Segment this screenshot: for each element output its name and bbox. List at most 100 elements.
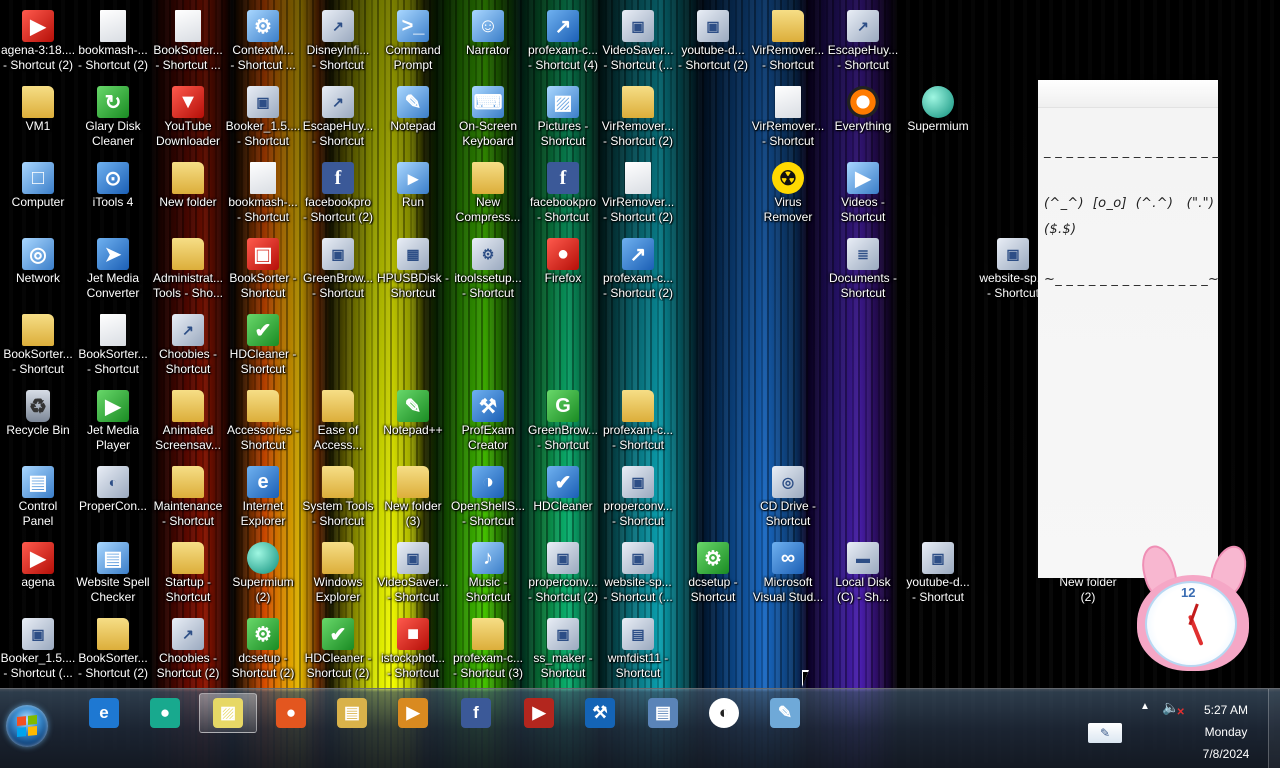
clock-gadget[interactable]: 12 [1133,541,1253,673]
desktop-icon[interactable]: BookSorter... - Shortcut [75,308,151,380]
sticky-note[interactable]: _ _ _ _ _ _ _ _ _ _ _ _ _ _ _ _ (^_^) [o… [1038,80,1219,578]
desktop-icon[interactable]: ▣ website-sp... - Shortcut (... [600,536,676,608]
desktop-icon[interactable]: ▣ BookSorter - Shortcut [225,232,301,304]
taskbar-button-properconvert[interactable]: ◐ [695,693,753,733]
desktop-icon[interactable]: ▼ YouTube Downloader [150,80,226,152]
desktop-icon[interactable]: ↗ EscapeHuy... - Shortcut [300,80,376,152]
desktop-icon[interactable]: bookmash-... - Shortcut [225,156,301,228]
desktop-icon[interactable]: BookSorter... - Shortcut ... [150,4,226,76]
show-hidden-icons-icon[interactable]: ▲ [1140,701,1150,712]
desktop-icon[interactable]: ↗ Choobies - Shortcut (2) [150,612,226,684]
taskbar-button-media-player[interactable]: ▶ [384,693,442,733]
desktop-icon[interactable]: ➤ Jet Media Converter [75,232,151,304]
desktop-icon[interactable]: ▣ GreenBrow... - Shortcut [300,232,376,304]
desktop-icon[interactable]: BookSorter... - Shortcut (2) [75,612,151,684]
start-button[interactable] [6,705,48,747]
desktop-icon[interactable]: Startup - Shortcut [150,536,226,608]
desktop-icon[interactable]: ▣ Booker_1.5.... - Shortcut [225,80,301,152]
desktop-icon[interactable]: VirRemover... - Shortcut (2) [600,80,676,152]
desktop-icon[interactable]: bookmash-... - Shortcut (2) [75,4,151,76]
desktop-icon[interactable]: Ease of Access... [300,384,376,456]
desktop-icon[interactable]: Windows Explorer [300,536,376,608]
desktop-icon[interactable]: ▶ Videos - Shortcut [825,156,901,228]
desktop-icon[interactable]: ▤ Website Spell Checker [75,536,151,608]
desktop-icon[interactable]: ⚙ dcsetup - Shortcut [675,536,751,608]
desktop-icon[interactable]: ◎ CD Drive - Shortcut [750,460,826,532]
desktop-icon[interactable]: ▣ properconv... - Shortcut [600,460,676,532]
desktop-icon[interactable]: ● Firefox [525,232,601,304]
desktop-icon[interactable]: Supermium (2) [225,536,301,608]
desktop-icon[interactable]: System Tools - Shortcut [300,460,376,532]
desktop-icon[interactable]: ≣ Documents - Shortcut [825,232,901,304]
desktop-icon[interactable]: ☺ Narrator [450,4,526,76]
taskbar-button-profexam-creator[interactable]: ⚒ [571,693,629,733]
desktop-icon[interactable]: ♻ Recycle Bin [0,384,76,456]
desktop-icon[interactable]: ↗ EscapeHuy... - Shortcut [825,4,901,76]
desktop-icon[interactable]: Administrat... Tools - Sho... [150,232,226,304]
desktop-icon[interactable]: VirRemover... - Shortcut [750,4,826,76]
taskbar-button-website-spell-checker[interactable]: ▤ [634,693,692,733]
desktop-icon[interactable]: f facebookpro - Shortcut [525,156,601,228]
desktop-icon[interactable]: Maintenance - Shortcut [150,460,226,532]
desktop-icon[interactable]: ✔ HDCleaner [525,460,601,532]
taskbar-button-supermium[interactable]: ● [136,693,194,733]
desktop-icon[interactable]: ▣ properconv... - Shortcut (2) [525,536,601,608]
desktop-icon[interactable]: ↗ DisneyInfi... - Shortcut [300,4,376,76]
desktop-icon[interactable]: ☢ Virus Remover [750,156,826,228]
desktop-icon[interactable]: ▸ Run [375,156,451,228]
show-desktop-button[interactable] [1268,689,1280,768]
desktop-icon[interactable]: □ Computer [0,156,76,228]
desktop-icon[interactable]: VM1 [0,80,76,152]
desktop-icon[interactable]: ◑ OpenShellS... - Shortcut [450,460,526,532]
desktop-icon[interactable]: ▶ agena [0,536,76,608]
pen-input-icon[interactable]: ✎ [1088,723,1122,743]
sticky-note-titlebar[interactable] [1038,80,1218,108]
desktop-icon[interactable]: ⚙ itoolssetup... - Shortcut [450,232,526,304]
desktop-icon[interactable]: ✎ Notepad [375,80,451,152]
desktop-icon[interactable]: ▨ Pictures - Shortcut [525,80,601,152]
taskbar-button-facebookpro[interactable]: f [447,693,505,733]
taskbar-button-agena[interactable]: ▶ [510,693,568,733]
desktop-icon[interactable]: New Compress... [450,156,526,228]
desktop-icon[interactable]: ▣ Booker_1.5.... - Shortcut (... [0,612,76,684]
taskbar-clock[interactable]: 5:27 AM Monday 7/8/2024 [1180,699,1272,765]
taskbar-button-firefox[interactable]: ● [262,693,320,733]
taskbar-button-sticky-notes[interactable]: ▨ [199,693,257,733]
taskbar-button-notepad[interactable]: ✎ [756,693,814,733]
desktop-icon[interactable]: ✔ HDCleaner - Shortcut (2) [300,612,376,684]
desktop-icon[interactable]: ▤ wmfdist11 - Shortcut [600,612,676,684]
desktop-icon[interactable]: ✔ HDCleaner - Shortcut [225,308,301,380]
desktop-icon[interactable]: ▤ Control Panel [0,460,76,532]
desktop-icon[interactable]: Everything [825,80,901,152]
desktop-icon[interactable]: ✎ Notepad++ [375,384,451,456]
taskbar-button-internet-explorer[interactable]: e [75,693,133,733]
desktop-icon[interactable]: ⚙ ContextM... - Shortcut ... [225,4,301,76]
desktop-icon[interactable]: New folder (3) [375,460,451,532]
desktop-icon[interactable]: ■ istockphot... - Shortcut [375,612,451,684]
desktop-icon[interactable]: f facebookpro - Shortcut (2) [300,156,376,228]
desktop-icon[interactable]: ▬ Local Disk (C) - Sh... [825,536,901,608]
desktop-icon[interactable]: BookSorter... - Shortcut [0,308,76,380]
desktop-icon[interactable]: ↻ Glary Disk Cleaner [75,80,151,152]
desktop-icon[interactable]: ▦ HPUSBDisk - Shortcut [375,232,451,304]
desktop-icon[interactable]: e Internet Explorer [225,460,301,532]
desktop-icon[interactable]: ↗ profexam-c... - Shortcut (2) [600,232,676,304]
desktop-icon[interactable]: VirRemover... - Shortcut [750,80,826,152]
desktop-icon[interactable]: ▣ ss_maker - Shortcut [525,612,601,684]
desktop-icon[interactable]: Animated Screensav... [150,384,226,456]
desktop-icon[interactable]: ◐ ProperCon... [75,460,151,532]
desktop-icon[interactable]: ⚙ dcsetup - Shortcut (2) [225,612,301,684]
desktop-icon[interactable]: Accessories - Shortcut [225,384,301,456]
desktop-icon[interactable]: ▣ VideoSaver... - Shortcut (... [600,4,676,76]
desktop-icon[interactable]: ▣ VideoSaver... - Shortcut [375,536,451,608]
desktop-icon[interactable]: ↗ profexam-c... - Shortcut (4) [525,4,601,76]
desktop-icon[interactable]: profexam-c... - Shortcut [600,384,676,456]
desktop-icon[interactable]: profexam-c... - Shortcut (3) [450,612,526,684]
taskbar-button-windows-explorer[interactable]: ▤ [323,693,381,733]
desktop-icon[interactable]: ▶ Jet Media Player [75,384,151,456]
desktop-icon[interactable]: G GreenBrow... - Shortcut [525,384,601,456]
desktop-icon[interactable]: ▶ agena-3:18.... - Shortcut (2) [0,4,76,76]
desktop-icon[interactable]: ↗ Choobies - Shortcut [150,308,226,380]
desktop-icon[interactable]: ▣ youtube-d... - Shortcut (2) [675,4,751,76]
desktop-icon[interactable]: ♪ Music - Shortcut [450,536,526,608]
